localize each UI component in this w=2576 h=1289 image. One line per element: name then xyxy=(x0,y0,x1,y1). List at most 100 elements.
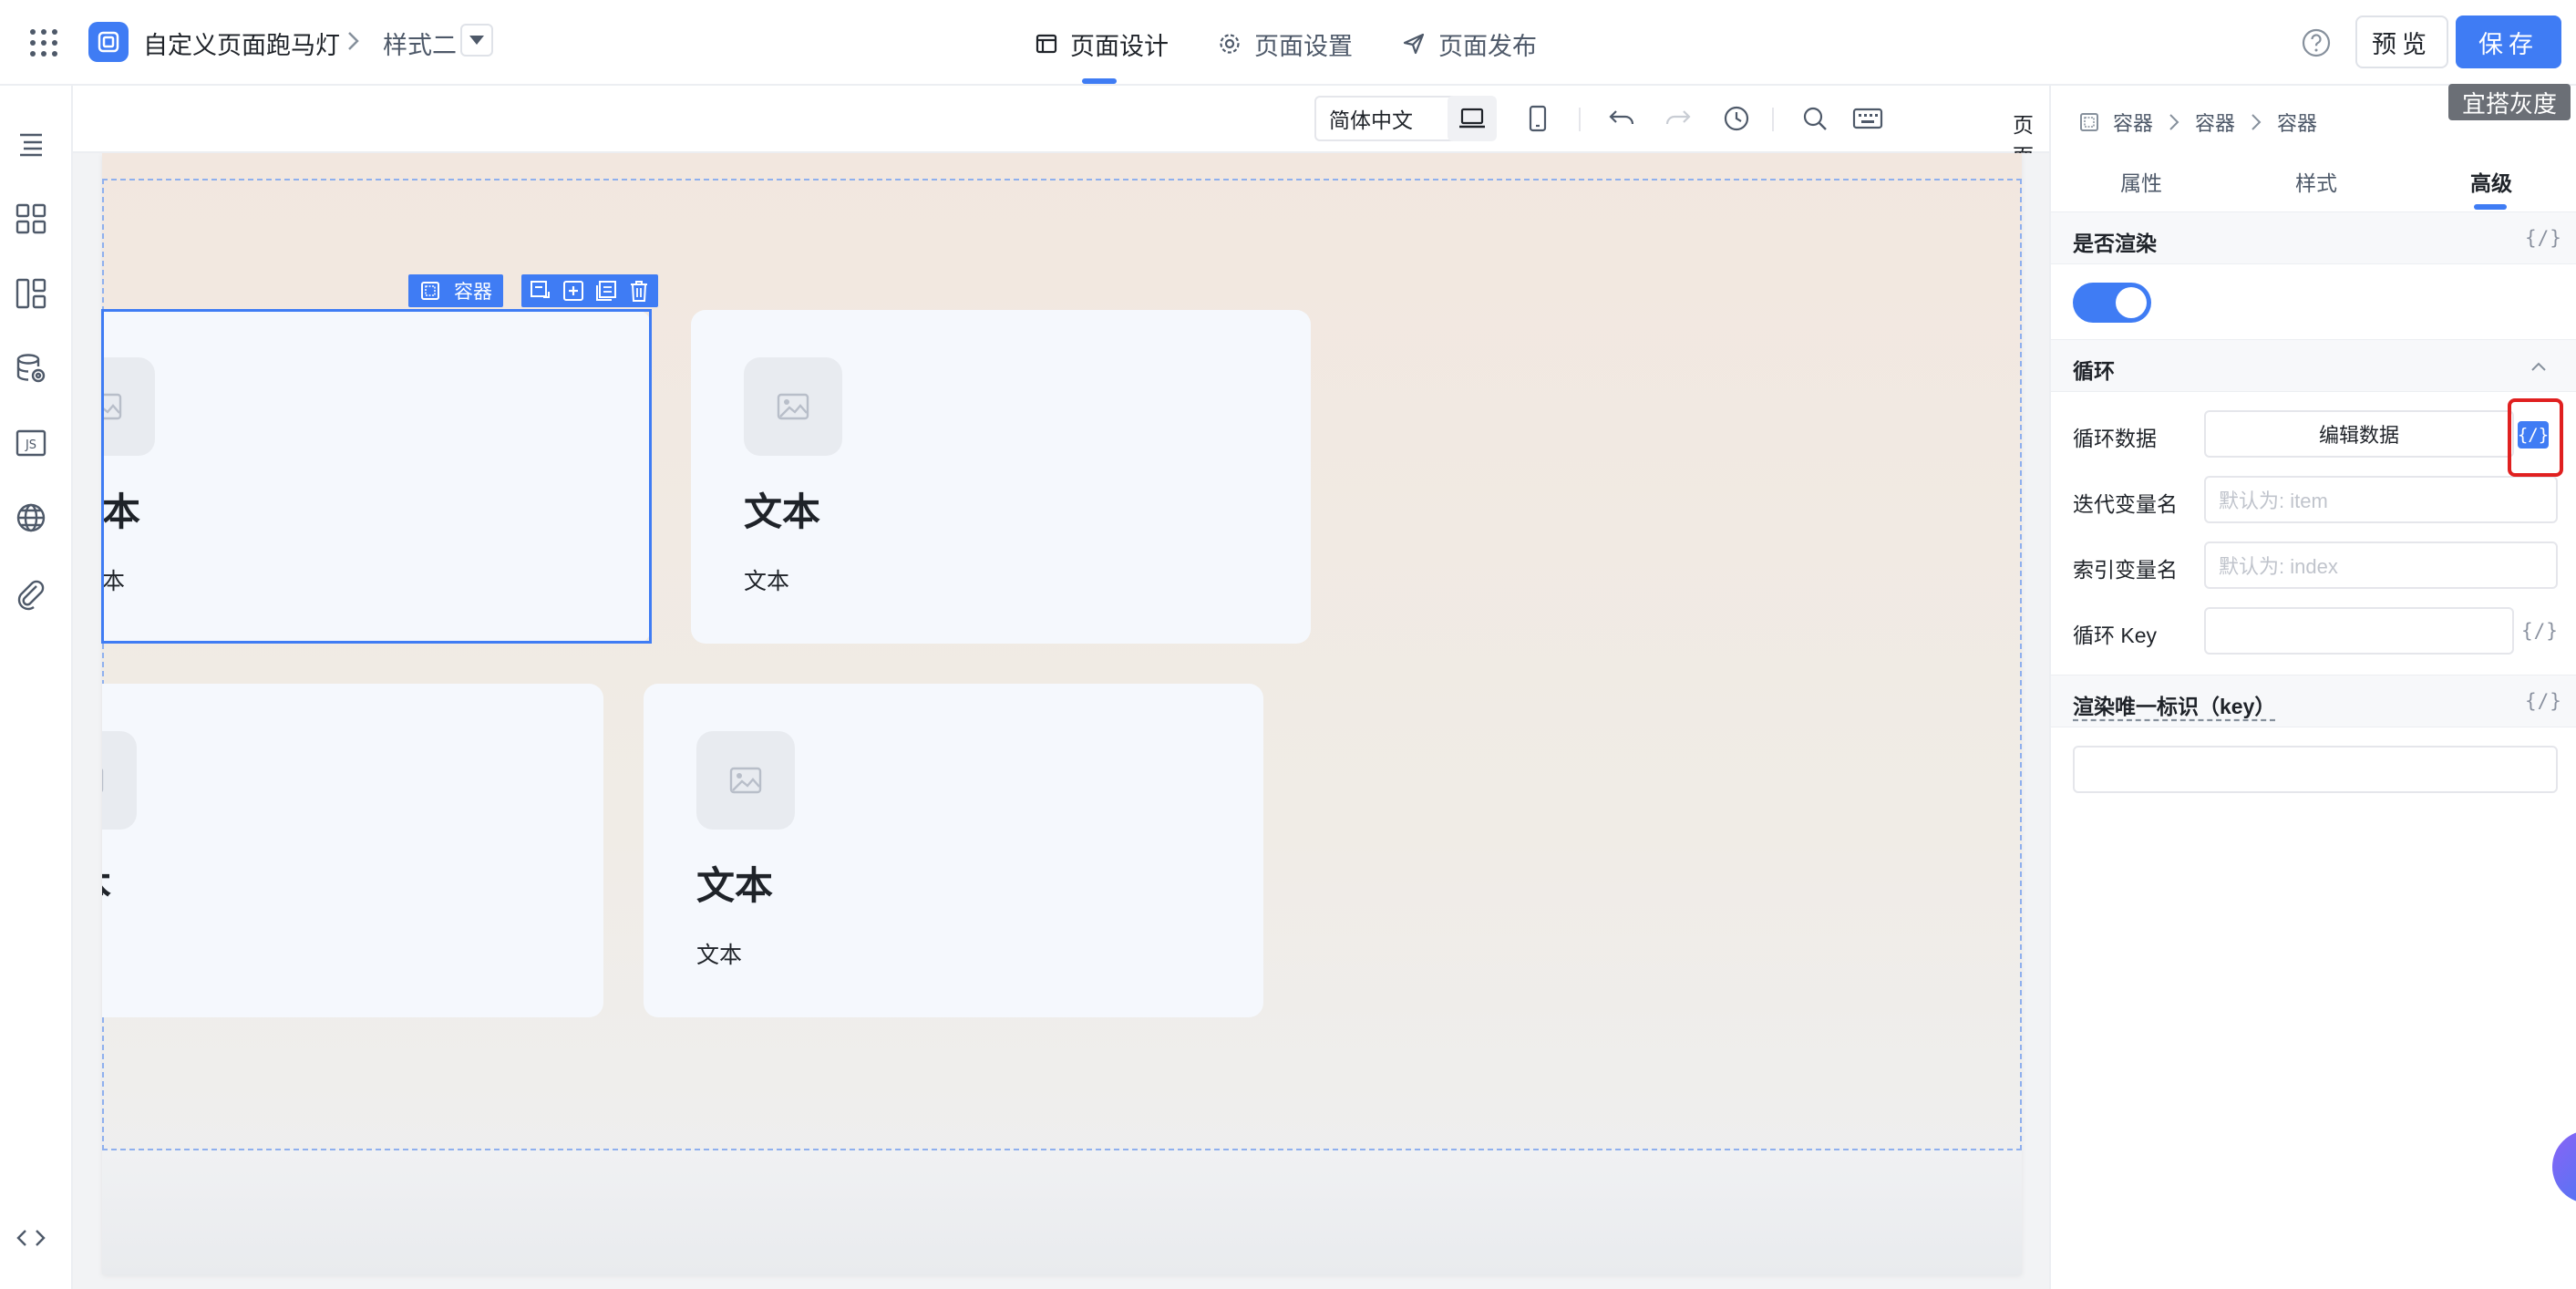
shortcuts-button[interactable] xyxy=(1843,96,1892,141)
card-container[interactable]: 文本 文本 xyxy=(644,684,1263,1017)
image-placeholder-icon xyxy=(696,731,795,830)
tab-page-design-label: 页面设计 xyxy=(1070,32,1169,60)
breadcrumb-item[interactable]: 容器 xyxy=(2277,108,2317,137)
chevron-right-icon xyxy=(2169,114,2179,130)
index-var-input[interactable]: 默认为: index xyxy=(2204,541,2558,589)
iter-var-label: 迭代变量名 xyxy=(2073,492,2178,516)
send-icon xyxy=(1403,33,1425,55)
app-grid-icon[interactable] xyxy=(27,26,60,59)
preview-button[interactable]: 预览 xyxy=(2355,15,2448,68)
loop-section-header[interactable]: 循环 xyxy=(2051,339,2576,392)
container-icon xyxy=(2080,113,2098,131)
image-placeholder-icon xyxy=(102,731,137,830)
chevron-right-icon xyxy=(339,27,366,55)
variable-bind-icon[interactable]: {/} xyxy=(2521,620,2559,642)
breadcrumb-item[interactable]: 容器 xyxy=(2113,108,2153,137)
app-logo-icon xyxy=(88,22,129,62)
redo-icon xyxy=(1665,110,1691,125)
design-canvas[interactable]: 本 本 容器 文本 文本 本 文本 文本 xyxy=(73,153,2049,1289)
card-subtitle: 文本 xyxy=(696,943,743,968)
key-section-title: 渲染唯一标识（key） xyxy=(2073,695,2276,718)
mobile-icon xyxy=(1529,105,1547,132)
highlight-annotation xyxy=(2508,398,2563,477)
chevron-up-icon[interactable] xyxy=(2529,356,2549,376)
gear-icon xyxy=(1220,34,1240,54)
card-title: 本 xyxy=(102,855,111,911)
loop-section-title: 循环 xyxy=(2073,359,2115,383)
tab-style[interactable]: 样式 xyxy=(2295,166,2337,197)
tab-page-design[interactable]: 页面设计 xyxy=(1036,26,1169,62)
card-title: 文本 xyxy=(744,490,821,533)
tab-page-publish[interactable]: 页面发布 xyxy=(1402,26,1537,62)
top-bar: 自定义页面跑马灯 样式二 页面设计 页面设置 页面发布 预览 保存 xyxy=(0,0,2576,86)
toolbar-divider xyxy=(1579,108,1581,131)
select-parent-icon[interactable] xyxy=(527,277,554,304)
card-subtitle: 文本 xyxy=(744,569,790,594)
breadcrumb-item[interactable]: 容器 xyxy=(2195,108,2235,137)
tab-advanced[interactable]: 高级 xyxy=(2470,166,2512,197)
mobile-view-button[interactable] xyxy=(1513,96,1562,141)
render-toggle[interactable] xyxy=(2073,283,2151,323)
search-icon xyxy=(1803,107,1827,130)
render-section-header: 是否渲染 {/} xyxy=(2051,211,2576,264)
laptop-icon xyxy=(1459,108,1485,129)
render-key-input[interactable] xyxy=(2073,746,2558,793)
variable-bind-icon[interactable]: {/} xyxy=(2525,227,2562,249)
key-section-header: 渲染唯一标识（key） {/} xyxy=(2051,675,2576,727)
delete-icon[interactable] xyxy=(625,277,653,304)
selection-label[interactable]: 容器 xyxy=(408,274,503,307)
variant-dropdown-icon[interactable] xyxy=(460,24,493,57)
help-icon[interactable] xyxy=(2301,27,2332,58)
tab-page-settings-label: 页面设置 xyxy=(1254,32,1353,60)
card-title: 文本 xyxy=(696,864,774,907)
code-toggle-icon[interactable] xyxy=(15,1222,47,1254)
component-breadcrumb: 容器 容器 容器 xyxy=(2078,108,2317,137)
image-placeholder-icon xyxy=(744,357,842,456)
canvas-toolbar: 简体中文 页面属性 new xyxy=(73,86,2128,230)
redo-button[interactable] xyxy=(1654,96,1703,141)
save-button[interactable]: 保存 xyxy=(2456,15,2561,68)
selection-actions xyxy=(521,274,658,307)
toolbar-divider xyxy=(1772,108,1774,131)
panel-tabs: 属性 样式 高级 xyxy=(2051,159,2576,210)
globe-icon[interactable] xyxy=(15,501,47,534)
components-icon[interactable] xyxy=(15,202,47,235)
selection-outline xyxy=(101,309,652,644)
loop-data-label: 循环数据 xyxy=(2073,427,2157,450)
page-footer-area xyxy=(102,1150,2022,1274)
history-button[interactable] xyxy=(1712,96,1761,141)
card-container[interactable]: 文本 文本 xyxy=(691,310,1311,644)
iter-var-input[interactable]: 默认为: item xyxy=(2204,476,2558,523)
outline-icon[interactable] xyxy=(15,128,47,160)
tab-page-settings[interactable]: 页面设置 xyxy=(1218,26,1353,62)
loop-key-label: 循环 Key xyxy=(2073,624,2158,647)
container-icon xyxy=(421,282,439,300)
toggle-knob xyxy=(2116,287,2147,318)
tab-page-publish-label: 页面发布 xyxy=(1438,32,1537,60)
undo-button[interactable] xyxy=(1597,96,1646,141)
svg-text:JS: JS xyxy=(25,438,36,452)
edit-data-button[interactable]: 编辑数据 xyxy=(2204,410,2514,458)
language-select-value: 简体中文 xyxy=(1329,108,1413,132)
attachment-icon[interactable] xyxy=(15,578,47,611)
selection-label-text: 容器 xyxy=(454,282,492,303)
card-container[interactable]: 本 xyxy=(102,684,603,1017)
undo-icon xyxy=(1609,110,1634,125)
variable-bind-icon[interactable]: {/} xyxy=(2525,690,2562,712)
gray-release-tag: 宜搭灰度 xyxy=(2448,84,2571,120)
copy-icon[interactable] xyxy=(592,277,620,304)
tab-props[interactable]: 属性 xyxy=(2120,166,2162,197)
chevron-right-icon xyxy=(2251,114,2262,130)
datasource-icon[interactable] xyxy=(15,352,47,385)
search-button[interactable] xyxy=(1790,96,1839,141)
app-title[interactable]: 自定义页面跑马灯 xyxy=(143,26,340,61)
properties-panel: 容器 容器 容器 属性 样式 高级 是否渲染 {/} 循环 循环数据 编辑数据 … xyxy=(2049,86,2576,1289)
add-sibling-icon[interactable] xyxy=(560,277,587,304)
index-var-label: 索引变量名 xyxy=(2073,558,2178,582)
loop-key-input[interactable] xyxy=(2204,607,2514,655)
js-icon[interactable]: JS xyxy=(15,427,47,459)
keyboard-icon xyxy=(1852,108,1883,129)
templates-icon[interactable] xyxy=(15,277,47,310)
desktop-view-button[interactable] xyxy=(1448,96,1497,141)
variant-name[interactable]: 样式二 xyxy=(383,26,457,61)
